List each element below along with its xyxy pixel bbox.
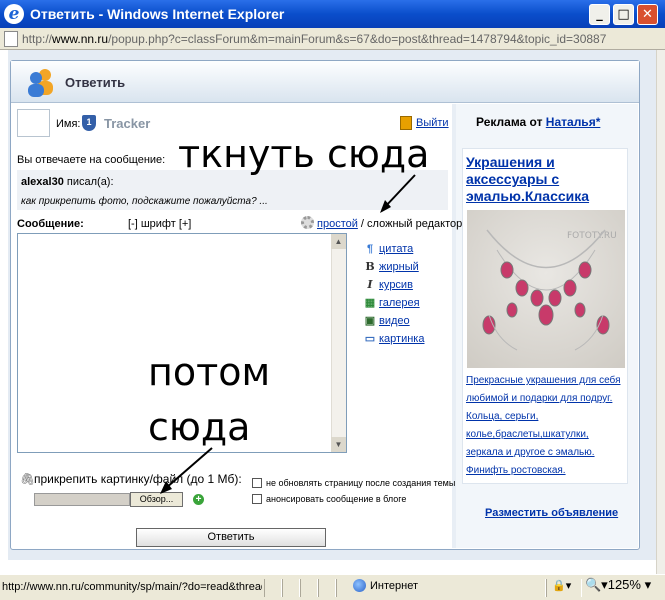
annotation-arrows: [160, 174, 416, 494]
status-url: http://www.nn.ru/community/sp/main/?do=r…: [2, 581, 262, 593]
protected-mode-icon[interactable]: 🔒▾: [552, 579, 571, 592]
arrow-to-browse-head: [160, 481, 172, 494]
internet-zone-icon: [353, 579, 366, 592]
arrow-to-complex-editor: [383, 174, 416, 209]
arrow-to-browse: [165, 447, 213, 489]
zoom-level[interactable]: 🔍▾125% ▾: [585, 577, 651, 593]
security-zone: Интернет: [370, 580, 418, 592]
page-scrollbar[interactable]: [656, 50, 665, 574]
